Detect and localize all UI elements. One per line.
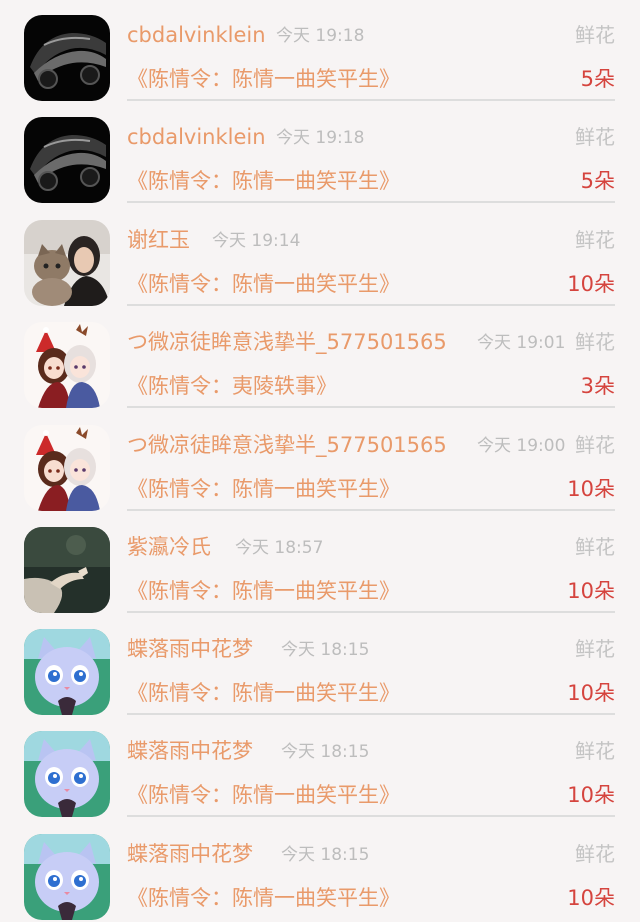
work-title-link[interactable]: 《陈情令：陈情一曲笑平生》 [127,883,400,913]
divider [127,304,615,306]
gift-record-row[interactable]: つ微凉徒眸意浅挚半_577501565 今天 19:00 鲜花 《陈情令：陈情一… [0,410,640,513]
gift-amount: 10朵 [567,681,615,705]
gift-type: 鲜花 [575,739,615,763]
gift-type: 鲜花 [575,228,615,252]
gift-record-list: cbdalvinklein 今天 19:18 鲜花 《陈情令：陈情一曲笑平生》 … [0,0,640,922]
divider [127,406,615,408]
gift-amount: 5朵 [580,67,615,91]
gift-type: 鲜花 [575,23,615,47]
gift-type: 鲜花 [575,433,615,457]
timestamp: 今天 19:18 [276,26,365,46]
blue-cat-avatar[interactable] [24,834,110,920]
dark-hand-avatar[interactable] [24,527,110,613]
anime-couple-avatar[interactable] [24,322,110,408]
timestamp: 今天 18:15 [281,742,370,762]
work-title-link[interactable]: 《陈情令：陈情一曲笑平生》 [127,576,400,606]
divider [127,509,615,511]
gift-record-row[interactable]: 紫瀛冷氏 今天 18:57 鲜花 《陈情令：陈情一曲笑平生》 10朵 [0,512,640,615]
gift-type: 鲜花 [575,637,615,661]
car-avatar[interactable] [24,15,110,101]
work-title-link[interactable]: 《陈情令：陈情一曲笑平生》 [127,269,400,299]
username[interactable]: cbdalvinklein [127,21,266,49]
gift-amount: 10朵 [567,886,615,910]
gift-type: 鲜花 [575,125,615,149]
woman-with-cat-avatar[interactable] [24,220,110,306]
gift-record-row[interactable]: 蝶落雨中花梦 今天 18:15 鲜花 《陈情令：陈情一曲笑平生》 10朵 [0,819,640,922]
gift-type: 鲜花 [575,330,615,354]
username[interactable]: つ微凉徒眸意浅挚半_577501565 [127,431,447,459]
work-title-link[interactable]: 《陈情令：陈情一曲笑平生》 [127,678,400,708]
divider [127,99,615,101]
work-title-link[interactable]: 《陈情令：陈情一曲笑平生》 [127,166,400,196]
username[interactable]: 紫瀛冷氏 [127,533,211,561]
timestamp: 今天 19:18 [276,128,365,148]
username[interactable]: 蝶落雨中花梦 [127,737,253,765]
work-title-link[interactable]: 《陈情令：陈情一曲笑平生》 [127,474,400,504]
username[interactable]: 蝶落雨中花梦 [127,635,253,663]
timestamp: 今天 19:01 [477,333,566,353]
divider [127,815,615,817]
timestamp: 今天 19:00 [477,436,566,456]
gift-record-row[interactable]: cbdalvinklein 今天 19:18 鲜花 《陈情令：陈情一曲笑平生》 … [0,0,640,103]
gift-amount: 3朵 [580,374,615,398]
gift-record-row[interactable]: cbdalvinklein 今天 19:18 鲜花 《陈情令：陈情一曲笑平生》 … [0,102,640,205]
work-title-link[interactable]: 《陈情令：陈情一曲笑平生》 [127,780,400,810]
gift-amount: 10朵 [567,579,615,603]
gift-amount: 10朵 [567,272,615,296]
timestamp: 今天 18:15 [281,640,370,660]
divider [127,713,615,715]
gift-type: 鲜花 [575,535,615,559]
divider [127,201,615,203]
gift-type: 鲜花 [575,842,615,866]
gift-record-row[interactable]: 蝶落雨中花梦 今天 18:15 鲜花 《陈情令：陈情一曲笑平生》 10朵 [0,716,640,819]
gift-amount: 10朵 [567,783,615,807]
work-title-link[interactable]: 《陈情令：陈情一曲笑平生》 [127,64,400,94]
timestamp: 今天 19:14 [212,231,301,251]
gift-amount: 5朵 [580,169,615,193]
timestamp: 今天 18:57 [235,538,324,558]
car-avatar[interactable] [24,117,110,203]
anime-couple-avatar[interactable] [24,425,110,511]
work-title-link[interactable]: 《陈情令：夷陵轶事》 [127,371,337,401]
gift-record-row[interactable]: 蝶落雨中花梦 今天 18:15 鲜花 《陈情令：陈情一曲笑平生》 10朵 [0,614,640,717]
username[interactable]: 谢红玉 [127,226,190,254]
gift-record-row[interactable]: つ微凉徒眸意浅挚半_577501565 今天 19:01 鲜花 《陈情令：夷陵轶… [0,307,640,410]
username[interactable]: つ微凉徒眸意浅挚半_577501565 [127,328,447,356]
divider [127,611,615,613]
timestamp: 今天 18:15 [281,845,370,865]
blue-cat-avatar[interactable] [24,629,110,715]
username[interactable]: 蝶落雨中花梦 [127,840,253,868]
gift-amount: 10朵 [567,477,615,501]
blue-cat-avatar[interactable] [24,731,110,817]
gift-record-row[interactable]: 谢红玉 今天 19:14 鲜花 《陈情令：陈情一曲笑平生》 10朵 [0,205,640,308]
username[interactable]: cbdalvinklein [127,123,266,151]
